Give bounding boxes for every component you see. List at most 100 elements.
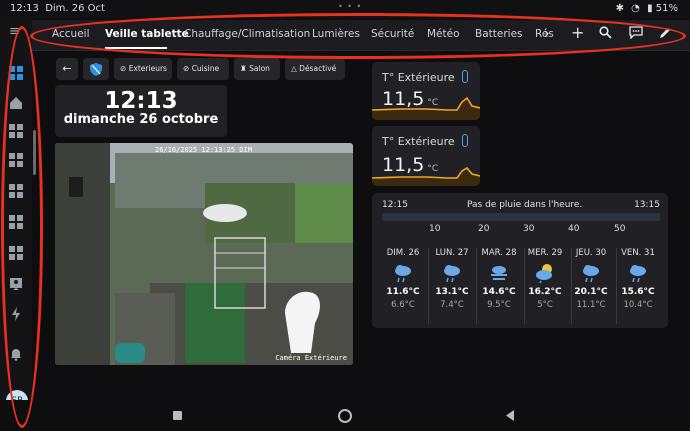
chip-label: Désactivé — [299, 64, 337, 73]
forecast-day-name: LUN. 27 — [435, 248, 469, 258]
forecast-low: 7.4°C — [440, 300, 464, 310]
sidebar-home-icon[interactable] — [9, 95, 23, 109]
rain-tick: 50 — [614, 224, 626, 234]
camera-label: Caméra Extérieure — [275, 354, 347, 362]
forecast-high: 13.1°C — [435, 287, 469, 297]
forecast-high: 14.6°C — [482, 287, 516, 297]
forecast-high: 11.6°C — [386, 287, 420, 297]
rain-forecast-bar — [382, 213, 660, 221]
status-time-date: 12:13 Dim. 26 Oct — [10, 3, 105, 14]
clock-date: dimanche 26 octobre — [63, 112, 219, 127]
sidebar-panel-icon[interactable] — [9, 246, 23, 260]
rain-tick: 30 — [523, 224, 535, 234]
pencil-icon[interactable] — [659, 26, 672, 43]
home-icon[interactable] — [338, 409, 352, 423]
camera-timestamp: 26/10/2025 12:13:25 DIM — [155, 146, 252, 154]
rain-message: Pas de pluie dans l'heure. — [467, 200, 583, 210]
chat-icon[interactable] — [629, 26, 643, 43]
rain-tick: 10 — [429, 224, 441, 234]
chip-cuisine[interactable]: ⊘ Cuisine — [177, 58, 229, 80]
forecast-low: 9.5°C — [487, 300, 511, 310]
wifi-icon: ◔ — [631, 3, 640, 14]
forecast-day-name: MER. 29 — [527, 248, 563, 258]
plus-icon[interactable]: + — [571, 23, 584, 42]
status-bar: 12:13 Dim. 26 Oct • • • ✱ ◔ ▮ 51% — [0, 0, 690, 18]
chip-salon[interactable]: ♜ Salon — [234, 58, 280, 80]
forecast-day-name: VEN. 31 — [621, 248, 655, 258]
active-tab-underline — [105, 47, 167, 49]
tab-chauffage[interactable]: Chauffage/Climatisation — [184, 28, 310, 40]
chip-desactive[interactable]: △ Désactivé — [285, 58, 345, 80]
temperature-card[interactable]: T° Extérieure 11,5 °C — [372, 62, 480, 120]
sidebar-panel-icon[interactable] — [9, 184, 23, 198]
back-icon[interactable] — [505, 410, 515, 421]
temperature-sparkline — [372, 96, 480, 120]
forecast-high: 16.2°C — [528, 287, 562, 297]
tab-veille-tablette[interactable]: Veille tablette — [105, 28, 189, 40]
rain-cloud-icon — [392, 262, 414, 284]
chevron-right-icon[interactable]: › — [544, 26, 550, 42]
sidebar-panel-icon[interactable] — [9, 124, 23, 138]
forecast-low: 6.6°C — [391, 300, 415, 310]
shapes-icon: △ — [291, 64, 297, 73]
fog-icon — [488, 262, 510, 284]
chip-label: Salon — [249, 64, 270, 73]
camera-image — [55, 143, 353, 365]
temperature-sparkline — [372, 166, 480, 186]
tab-batteries[interactable]: Batteries — [475, 28, 523, 40]
chip-label: Cuisine — [191, 64, 220, 73]
forecast-day-name: MAR. 28 — [481, 248, 517, 258]
tab-meteo[interactable]: Météo — [427, 28, 460, 40]
rain-end-time: 13:15 — [634, 200, 660, 210]
camera-feed[interactable]: 26/10/2025 12:13:25 DIM Caméra Extérieur… — [55, 143, 353, 365]
notification-bell-icon[interactable] — [9, 346, 23, 361]
recents-icon[interactable] — [173, 411, 182, 420]
tab-securite[interactable]: Sécurité — [371, 28, 414, 40]
chip-exterieurs[interactable]: ⊘ Exterieurs — [114, 58, 172, 80]
camera-off-icon: ⊘ — [120, 64, 127, 73]
menu-icon[interactable]: ≡ — [9, 24, 20, 39]
shield-chip[interactable] — [83, 58, 109, 80]
sidebar-lightning-icon[interactable] — [9, 306, 23, 321]
forecast-day: VEN. 31 15.6°C 10.4°C — [615, 248, 661, 310]
forecast-low: 10.4°C — [623, 300, 653, 310]
temperature-card[interactable]: T° Extérieure 11,5 °C — [372, 126, 480, 186]
sidebar-panel-icon[interactable] — [9, 215, 23, 229]
bluetooth-icon: ✱ — [615, 3, 624, 14]
forecast-high: 20.1°C — [574, 287, 608, 297]
top-tab-bar: Accueil Veille tablette Chauffage/Climat… — [32, 20, 690, 51]
rain-cloud-icon — [627, 262, 649, 284]
forecast-day-name: JEU. 30 — [575, 248, 607, 258]
forecast-day: MER. 29 16.2°C 5°C — [522, 248, 568, 310]
sidebar-dashboard-icon[interactable] — [9, 66, 23, 80]
forecast-high: 15.6°C — [621, 287, 655, 297]
scrollbar[interactable] — [33, 130, 36, 175]
tab-accueil[interactable]: Accueil — [52, 28, 90, 40]
sun-cloud-icon — [534, 262, 556, 284]
clock-time: 12:13 — [104, 88, 178, 114]
forecast-day: LUN. 27 13.1°C 7.4°C — [429, 248, 475, 310]
forecast-day: DIM. 26 11.6°C 6.6°C — [380, 248, 426, 310]
battery-icon: ▮ — [647, 3, 653, 14]
tab-lumieres[interactable]: Lumières — [312, 28, 360, 40]
forecast-low: 11.1°C — [576, 300, 606, 310]
forecast-day: JEU. 30 20.1°C 11.1°C — [568, 248, 614, 310]
back-arrow-icon[interactable]: ← — [56, 58, 78, 80]
shield-icon — [90, 63, 102, 76]
sidebar-person-card-icon[interactable] — [9, 276, 23, 290]
forecast-low: 5°C — [537, 300, 553, 310]
camera-off-icon: ⊘ — [183, 64, 190, 73]
weather-card: 12:15 Pas de pluie dans l'heure. 13:15 1… — [372, 193, 668, 328]
forecast-day: MAR. 28 14.6°C 9.5°C — [476, 248, 522, 310]
multiwindow-dots-icon[interactable]: • • • — [338, 2, 362, 11]
battery-level: 51% — [655, 3, 678, 14]
temperature-label: T° Extérieure — [382, 135, 455, 148]
rain-tick: 20 — [478, 224, 490, 234]
temperature-label: T° Extérieure — [382, 71, 455, 84]
sofa-icon: ♜ — [240, 64, 247, 73]
thermometer-icon — [462, 70, 468, 83]
rain-cloud-icon — [441, 262, 463, 284]
sidebar-panel-icon[interactable] — [9, 153, 23, 167]
rain-start-time: 12:15 — [382, 200, 408, 210]
search-icon[interactable] — [599, 26, 612, 43]
